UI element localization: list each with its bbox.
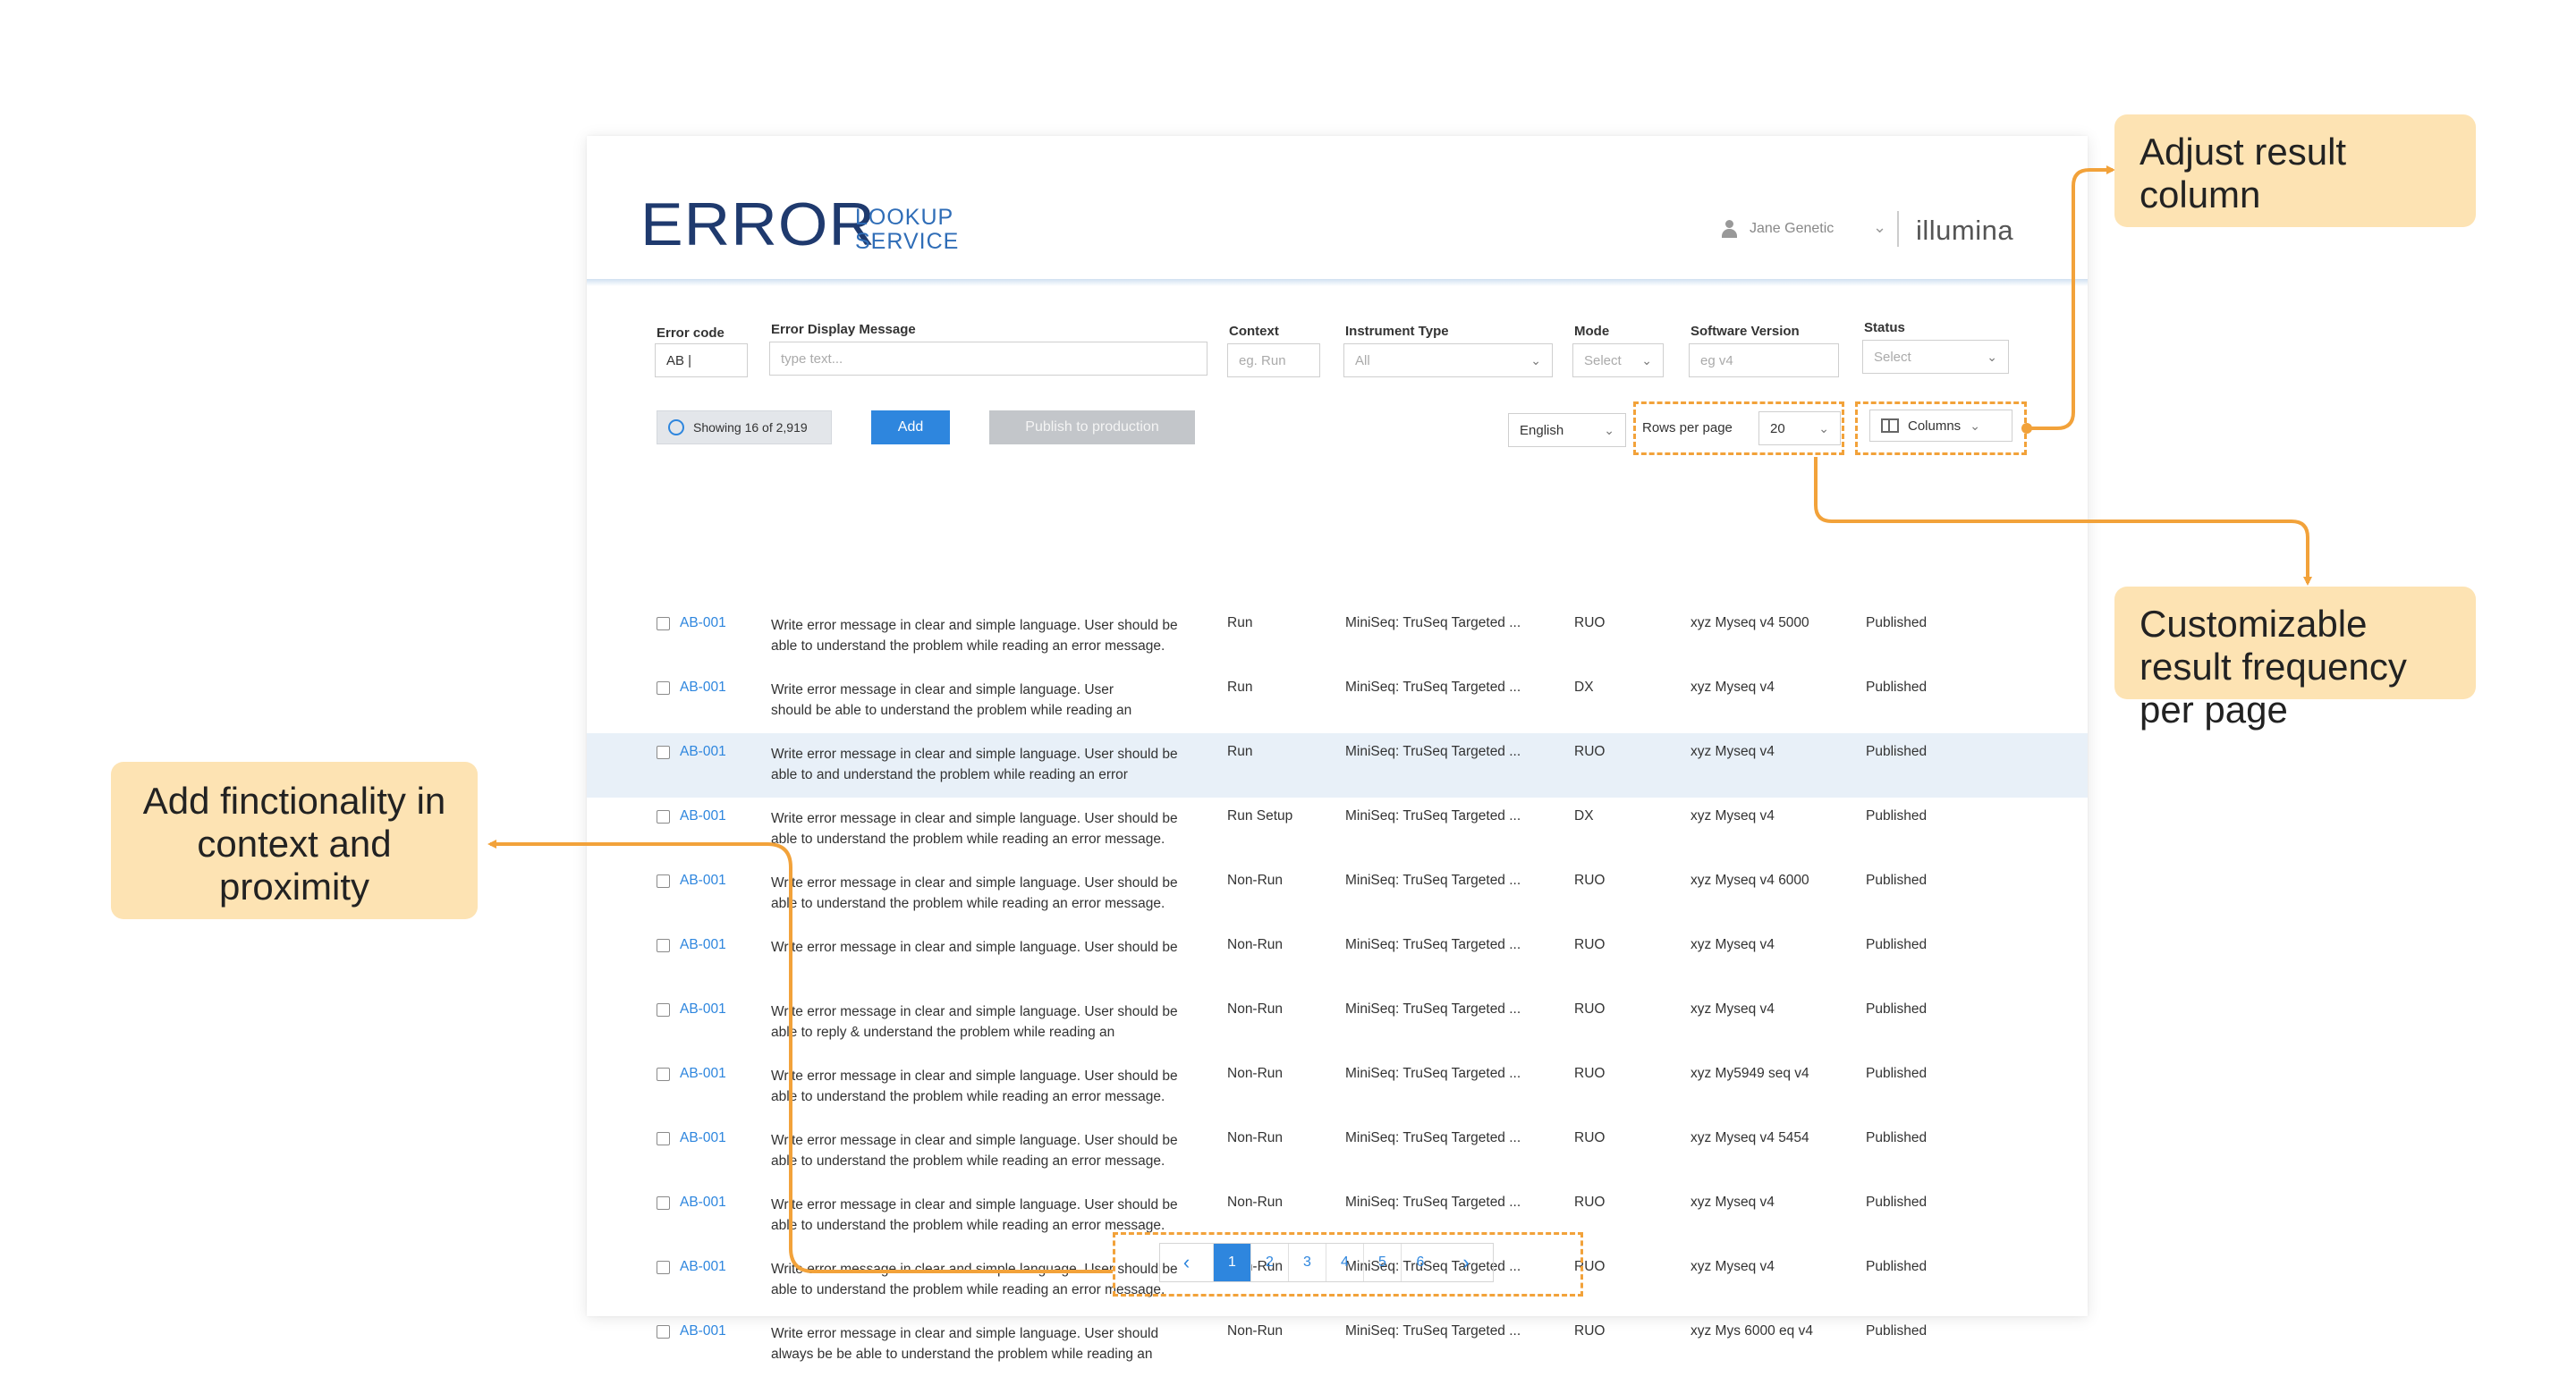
arrow-rows-per-page xyxy=(1814,457,2312,586)
callout-pagination: Add finctionality in context and proximi… xyxy=(111,762,478,919)
arrow-columns xyxy=(2027,165,2115,430)
callout-columns: Adjust result column xyxy=(2114,114,2476,227)
arrow-dot xyxy=(2021,423,2032,434)
callout-rows-per-page: Customizable result frequency per page xyxy=(2114,587,2476,731)
arrow-pagination xyxy=(487,840,1113,1273)
stage: ERROR LOOKUP SERVICE Jane Genetic ⌄ illu… xyxy=(0,0,2576,1362)
